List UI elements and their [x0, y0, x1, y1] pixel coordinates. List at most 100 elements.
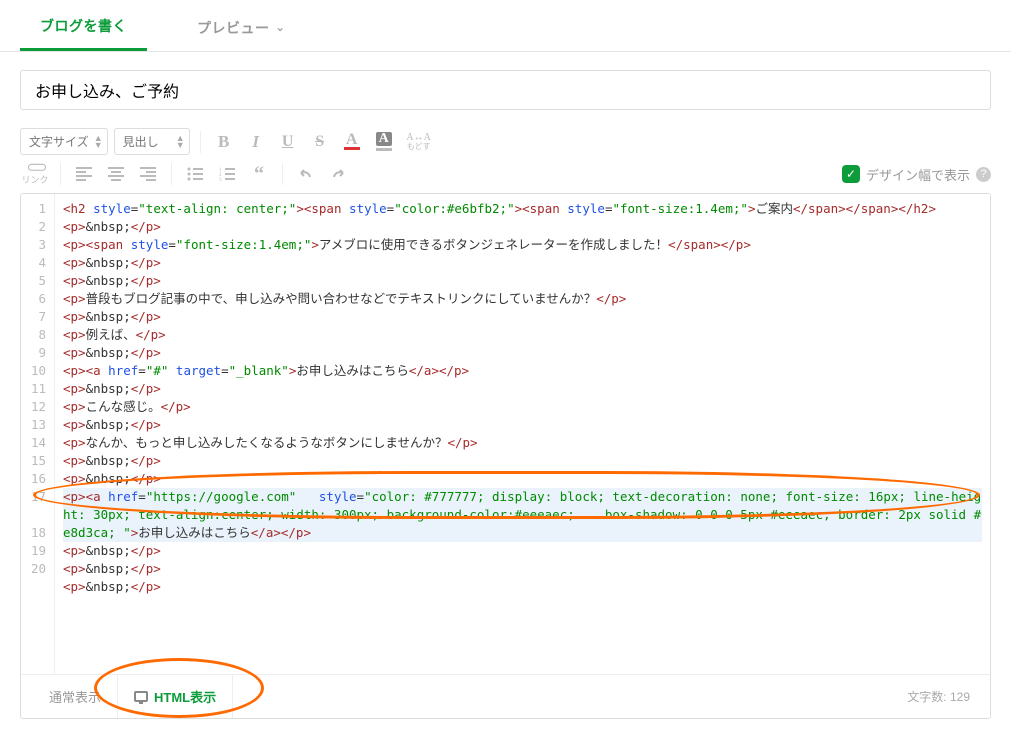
code-token-tag: </p> — [596, 291, 626, 306]
code-token-txt: &nbsp; — [86, 471, 131, 486]
line-number: 5 — [27, 272, 46, 290]
code-token-tag: <p> — [63, 345, 86, 360]
separator — [171, 163, 172, 185]
code-line[interactable]: <p>&nbsp;</p> — [63, 452, 982, 470]
code-token-tag: </p> — [131, 471, 161, 486]
tab-preview[interactable]: プレビュー ⌄ — [177, 12, 305, 50]
code-line[interactable]: <p>例えば、</p> — [63, 326, 982, 344]
color-swatch-icon — [376, 148, 392, 151]
code-token-tag: </p> — [131, 345, 161, 360]
align-right-button[interactable] — [135, 161, 161, 187]
underline-button[interactable]: U — [275, 129, 301, 155]
code-token-attr: href — [108, 363, 138, 378]
code-token-txt: &nbsp; — [86, 561, 131, 576]
code-line[interactable]: <p><span style="font-size:1.4em;">アメブロに使… — [63, 236, 982, 254]
code-token-txt: = — [357, 489, 365, 504]
blockquote-button[interactable]: “ — [246, 161, 272, 187]
code-line[interactable]: <p>こんな感じ。</p> — [63, 398, 982, 416]
code-line[interactable]: <p>&nbsp;</p> — [63, 578, 982, 596]
undo-button[interactable] — [293, 161, 319, 187]
code-line[interactable]: <p><a href="https://google.com" style="c… — [63, 488, 982, 542]
code-token-txt: 例えば、 — [86, 327, 136, 342]
line-number: 7 — [27, 308, 46, 326]
code-token-str: "_blank" — [229, 363, 289, 378]
align-left-button[interactable] — [71, 161, 97, 187]
line-number: 17 — [27, 488, 46, 506]
align-center-button[interactable] — [103, 161, 129, 187]
code-token-tag: <p> — [63, 399, 86, 414]
code-line[interactable]: <p>&nbsp;</p> — [63, 272, 982, 290]
code-token-tag: </p> — [131, 255, 161, 270]
code-token-txt — [123, 237, 131, 252]
code-line[interactable]: <p>&nbsp;</p> — [63, 542, 982, 560]
code-token-tag: </p> — [131, 381, 161, 396]
code-token-attr: style — [349, 201, 387, 216]
code-token-txt — [341, 201, 349, 216]
code-token-txt: &nbsp; — [86, 219, 131, 234]
code-line[interactable]: <p>&nbsp;</p> — [63, 218, 982, 236]
code-line[interactable]: <p>&nbsp;</p> — [63, 416, 982, 434]
heading-select-label: 見出し — [123, 135, 159, 149]
code-token-attr: style — [93, 201, 131, 216]
italic-button[interactable]: I — [243, 129, 269, 155]
help-icon[interactable]: ? — [976, 167, 991, 182]
font-size-select[interactable]: 文字サイズ ▲▼ — [20, 128, 108, 155]
code-token-txt: &nbsp; — [86, 255, 131, 270]
bullet-list-button[interactable] — [182, 161, 208, 187]
toolbar: 文字サイズ ▲▼ 見出し ▲▼ B I U S A A A↔A もどす ⊂⊃ リ… — [0, 122, 1011, 193]
code-content[interactable]: <h2 style="text-align: center;"><span st… — [55, 194, 990, 674]
tab-normal-view-label: 通常表示 — [49, 687, 101, 706]
code-line[interactable]: <p>&nbsp;</p> — [63, 344, 982, 362]
code-token-tag: </p> — [131, 273, 161, 288]
link-icon: ⊂⊃ — [26, 163, 43, 173]
design-width-toggle[interactable]: ✓ デザイン幅で表示 ? — [842, 165, 991, 184]
code-line[interactable]: <p>なんか、もっと申し込みしたくなるようなボタンにしませんか？</p> — [63, 434, 982, 452]
code-token-tag: </p> — [131, 417, 161, 432]
tab-html-view[interactable]: HTML表示 — [118, 675, 233, 718]
line-number: 1 — [27, 200, 46, 218]
code-token-attr: target — [176, 363, 221, 378]
code-line[interactable]: <p>普段もブログ記事の中で、申し込みや問い合わせなどでテキストリンクにしていま… — [63, 290, 982, 308]
code-token-tag: <p><a — [63, 489, 101, 504]
number-list-button[interactable]: 123 — [214, 161, 240, 187]
code-line[interactable]: <h2 style="text-align: center;"><span st… — [63, 200, 982, 218]
line-number: 8 — [27, 326, 46, 344]
code-line[interactable]: <p>&nbsp;</p> — [63, 380, 982, 398]
tab-html-view-label: HTML表示 — [154, 687, 216, 706]
code-token-txt: = — [221, 363, 229, 378]
highlight-button[interactable]: A — [371, 129, 397, 155]
strike-button[interactable]: S — [307, 129, 333, 155]
code-line[interactable]: <p>&nbsp;</p> — [63, 254, 982, 272]
line-number: 6 — [27, 290, 46, 308]
line-number: 18 — [27, 524, 46, 542]
link-button[interactable]: ⊂⊃ リンク — [20, 163, 50, 185]
code-token-txt: = — [138, 489, 146, 504]
code-token-txt: &nbsp; — [86, 273, 131, 288]
code-token-txt: &nbsp; — [86, 579, 131, 594]
clear-format-bottom: もどす — [407, 142, 431, 151]
code-token-attr: style — [567, 201, 605, 216]
code-token-tag: ><span — [296, 201, 341, 216]
code-line[interactable]: <p><a href="#" target="_blank">お申し込みはこちら… — [63, 362, 982, 380]
code-line[interactable]: <p>&nbsp;</p> — [63, 560, 982, 578]
code-line[interactable]: <p>&nbsp;</p> — [63, 470, 982, 488]
code-token-tag: <p><span — [63, 237, 123, 252]
line-gutter: 1234567891011121314151617 181920 — [21, 194, 55, 674]
bullet-list-icon — [187, 167, 203, 181]
tab-write[interactable]: ブログを書く — [20, 10, 147, 51]
code-token-txt: &nbsp; — [86, 345, 131, 360]
redo-button[interactable] — [325, 161, 351, 187]
heading-select[interactable]: 見出し ▲▼ — [114, 128, 190, 155]
text-color-button[interactable]: A — [339, 129, 365, 155]
code-line[interactable]: <p>&nbsp;</p> — [63, 308, 982, 326]
code-token-tag: <p> — [63, 543, 86, 558]
chevron-down-icon: ⌄ — [276, 21, 286, 34]
line-number: 3 — [27, 236, 46, 254]
tab-normal-view[interactable]: 通常表示 — [33, 675, 118, 718]
code-token-str: "#" — [146, 363, 169, 378]
bold-button[interactable]: B — [211, 129, 237, 155]
clear-format-button[interactable]: A↔A もどす — [403, 129, 435, 155]
post-title-input[interactable] — [20, 70, 991, 110]
code-area[interactable]: 1234567891011121314151617 181920 <h2 sty… — [21, 194, 990, 674]
code-token-txt — [86, 201, 94, 216]
